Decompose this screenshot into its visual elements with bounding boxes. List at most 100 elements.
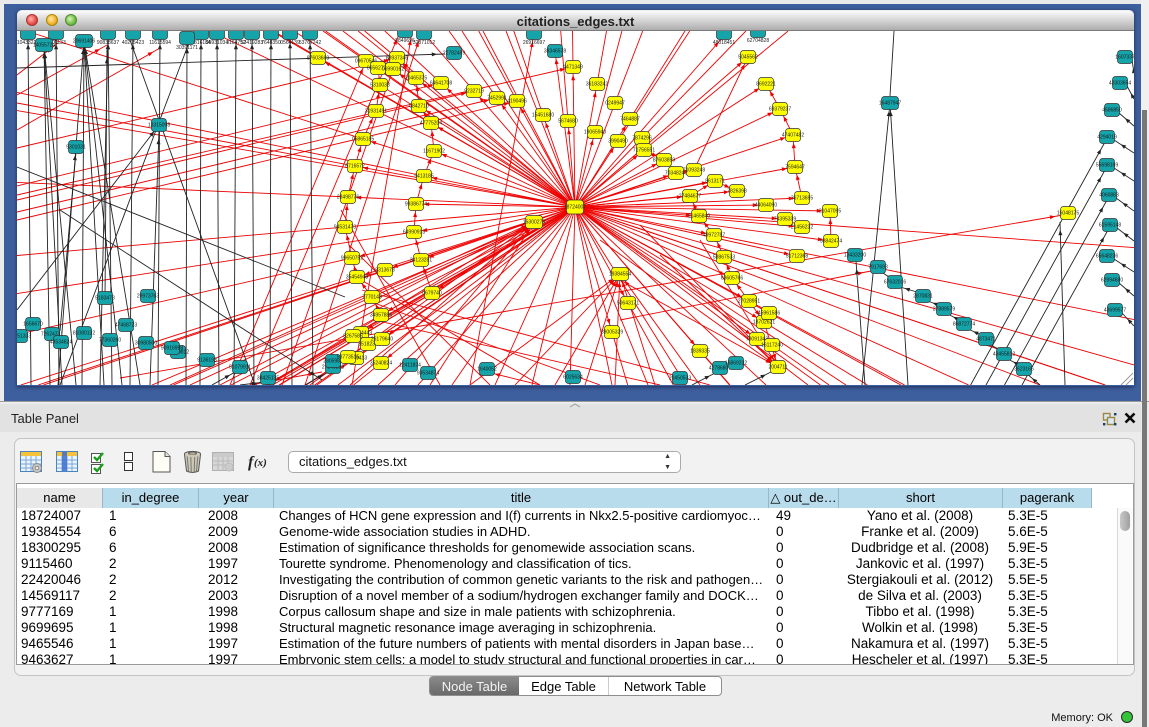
svg-text:67632016: 67632016	[884, 280, 906, 286]
svg-text:0842710: 0842710	[409, 104, 429, 110]
svg-text:26179640: 26179640	[371, 337, 393, 343]
svg-text:51712368: 51712368	[786, 254, 808, 260]
svg-text:0249947: 0249947	[605, 101, 625, 107]
svg-text:18702621: 18702621	[753, 320, 775, 326]
svg-text:38346578: 38346578	[544, 49, 566, 55]
svg-text:7917693: 7917693	[868, 265, 888, 271]
svg-text:74395339: 74395339	[774, 217, 796, 223]
svg-text:16487947: 16487947	[879, 101, 901, 107]
svg-text:8313678: 8313678	[375, 268, 395, 274]
svg-text:4873471: 4873471	[976, 337, 996, 343]
svg-text:1607337: 1607337	[1115, 55, 1134, 61]
svg-text:14055724: 14055724	[33, 43, 55, 49]
svg-text:58867533: 58867533	[713, 255, 735, 261]
svg-text:26916697: 26916697	[523, 40, 545, 46]
svg-text:86872774: 86872774	[953, 322, 975, 328]
svg-text:4471349: 4471349	[563, 65, 583, 71]
svg-text:77360260: 77360260	[99, 338, 121, 344]
svg-text:5674680: 5674680	[558, 119, 578, 125]
svg-text:16117240: 16117240	[761, 343, 783, 349]
svg-text:(x): (x)	[254, 457, 267, 469]
svg-text:20691406: 20691406	[73, 39, 95, 45]
svg-text:35240824: 35240824	[370, 361, 392, 367]
svg-text:9232719: 9232719	[464, 89, 484, 95]
svg-text:99386774: 99386774	[405, 202, 427, 208]
svg-text:15869232: 15869232	[725, 361, 747, 367]
svg-text:7464887: 7464887	[620, 117, 640, 123]
svg-text:51079911: 51079911	[229, 365, 251, 371]
svg-text:45961586: 45961586	[758, 311, 780, 317]
svg-text:3623166: 3623166	[1014, 367, 1034, 373]
svg-text:50643171: 50643171	[617, 301, 639, 307]
svg-text:7874296: 7874296	[632, 136, 652, 142]
svg-text:88937346: 88937346	[386, 56, 408, 62]
svg-text:38425135: 38425135	[257, 376, 279, 382]
svg-text:93534874: 93534874	[417, 371, 439, 377]
svg-text:47407482: 47407482	[782, 133, 804, 139]
svg-text:81080132: 81080132	[73, 331, 95, 337]
svg-text:21465840: 21465840	[688, 214, 710, 220]
svg-text:5045562: 5045562	[738, 55, 758, 61]
svg-text:28498776: 28498776	[337, 195, 359, 201]
svg-text:0564139: 0564139	[280, 40, 300, 46]
svg-text:06990162: 06990162	[382, 67, 404, 73]
svg-text:71756551: 71756551	[633, 148, 655, 154]
svg-text:32871012: 32871012	[413, 40, 435, 46]
svg-text:3990490: 3990490	[608, 139, 628, 145]
svg-text:9413186: 9413186	[414, 174, 434, 180]
svg-text:18724007: 18724007	[564, 205, 586, 211]
svg-text:30391171: 30391171	[176, 45, 198, 51]
svg-text:64990913: 64990913	[403, 230, 425, 236]
svg-text:44064090: 44064090	[755, 203, 777, 209]
svg-text:71093248: 71093248	[683, 168, 705, 174]
svg-text:2870831: 2870831	[913, 294, 933, 300]
svg-text:34123281: 34123281	[410, 258, 432, 264]
svg-text:35454948: 35454948	[346, 275, 368, 281]
svg-text:55698169: 55698169	[1096, 163, 1118, 169]
svg-text:94531473: 94531473	[334, 225, 356, 231]
svg-text:31931491: 31931491	[365, 109, 387, 115]
svg-text:27484677: 27484677	[679, 194, 701, 200]
svg-text:5183473: 5183473	[95, 296, 115, 302]
svg-text:7594647: 7594647	[785, 165, 805, 171]
svg-text:53419283: 53419283	[241, 40, 263, 46]
svg-text:47468723: 47468723	[115, 323, 137, 329]
svg-text:62704828: 62704828	[747, 38, 769, 44]
svg-text:65648236: 65648236	[1096, 254, 1118, 260]
svg-text:20465375: 20465375	[405, 76, 427, 82]
svg-text:22782489: 22782489	[443, 51, 465, 57]
svg-text:8692221: 8692221	[756, 82, 776, 88]
svg-text:7648350: 7648350	[261, 40, 281, 46]
svg-text:36183242: 36183242	[586, 82, 608, 88]
svg-text:0679740: 0679740	[422, 291, 442, 297]
svg-text:7770143: 7770143	[362, 295, 382, 301]
svg-text:29973763: 29973763	[137, 294, 159, 300]
svg-text:61595148: 61595148	[1099, 223, 1121, 229]
svg-text:6716572: 6716572	[345, 164, 365, 170]
svg-text:19384554: 19384554	[609, 272, 631, 278]
svg-text:7826398: 7826398	[727, 189, 747, 195]
svg-text:4190496: 4190496	[507, 99, 527, 105]
svg-text:95931034: 95931034	[206, 40, 228, 46]
svg-text:7452991: 7452991	[487, 96, 507, 102]
svg-text:15300273: 15300273	[523, 220, 545, 226]
svg-text:1656670: 1656670	[23, 322, 43, 328]
svg-text:87603669: 87603669	[307, 56, 329, 62]
svg-text:13433200: 13433200	[844, 253, 866, 259]
svg-text:49972787: 49972787	[703, 233, 725, 239]
svg-text:05865185: 05865185	[352, 137, 374, 143]
svg-text:39005329: 39005329	[601, 330, 623, 336]
svg-text:36713695: 36713695	[791, 196, 813, 202]
svg-text:27889579: 27889579	[933, 307, 955, 313]
svg-text:13315098: 13315098	[148, 123, 170, 129]
svg-text:16048175: 16048175	[1057, 211, 1079, 217]
svg-text:43455812: 43455812	[993, 352, 1015, 358]
svg-text:1640052: 1640052	[477, 367, 497, 373]
svg-text:15451680: 15451680	[532, 113, 554, 119]
svg-text:40265423: 40265423	[122, 40, 144, 46]
svg-text:8613171: 8613171	[705, 179, 725, 185]
svg-text:19065940: 19065940	[584, 130, 606, 136]
svg-text:4060883: 4060883	[1099, 193, 1119, 199]
svg-text:30980500: 30980500	[135, 341, 157, 347]
svg-text:9301031: 9301031	[66, 145, 86, 151]
